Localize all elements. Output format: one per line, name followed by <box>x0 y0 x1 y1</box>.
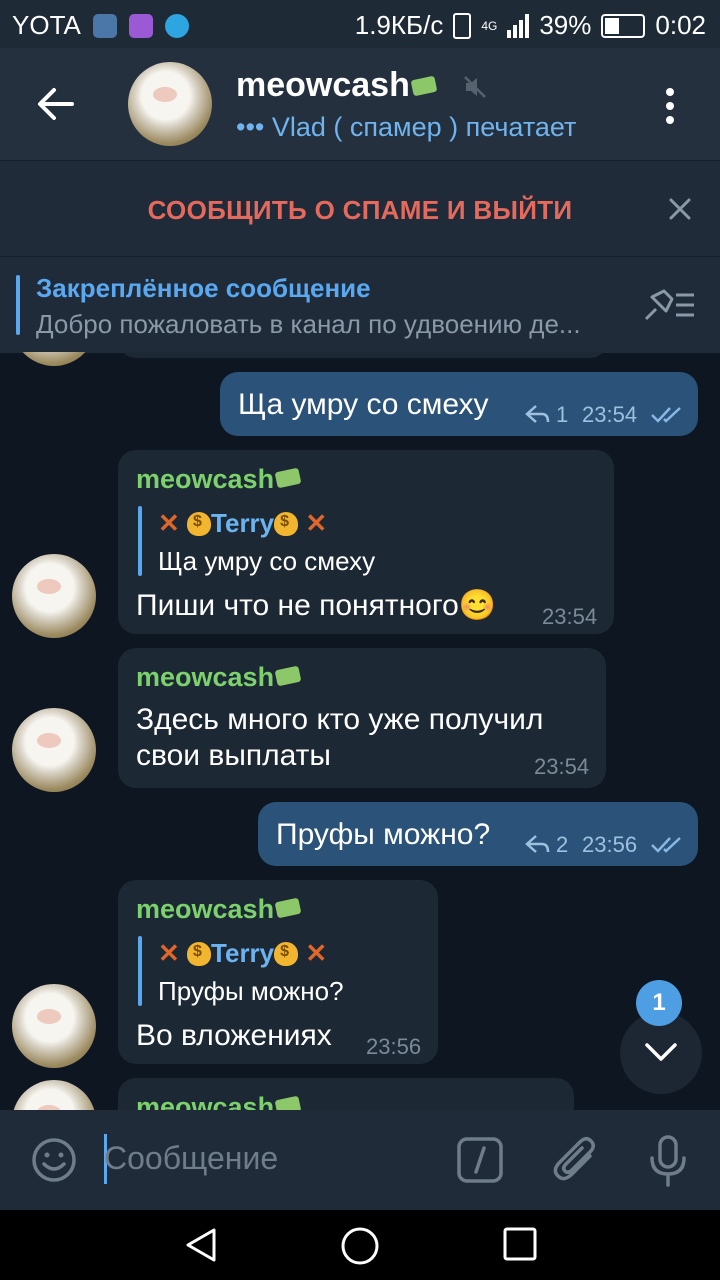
gallery-icon <box>128 13 153 38</box>
typing-status: ••• Vlad ( спамер ) печатает <box>236 112 577 142</box>
bot-commands-icon[interactable] <box>456 1136 504 1184</box>
message-time: 23:54 <box>542 604 598 629</box>
close-icon[interactable] <box>668 197 692 221</box>
cross-emoji: ✕ <box>158 508 180 538</box>
message-text: Во вложениях <box>136 1019 332 1052</box>
money-wings-emoji <box>410 75 438 97</box>
sender-avatar[interactable] <box>12 984 96 1068</box>
cross-emoji: ✕ <box>158 938 180 968</box>
message-text: Пруфы можно? <box>276 818 491 851</box>
network-speed: 1.9КБ/с <box>354 10 444 40</box>
message-input[interactable]: Сообщение <box>104 1140 278 1177</box>
pinned-title: Закреплённое сообщение <box>36 273 371 303</box>
quote-bar <box>138 506 142 576</box>
nav-home-icon[interactable] <box>340 1226 380 1266</box>
chat-avatar[interactable] <box>128 62 212 146</box>
moneybag-emoji <box>187 942 212 966</box>
moneybag-emoji <box>187 512 212 536</box>
clock: 0:02 <box>655 10 706 40</box>
nav-back-icon[interactable] <box>182 1226 220 1264</box>
message-time: 23:54 <box>534 754 590 779</box>
back-arrow-icon[interactable] <box>36 84 76 124</box>
outgoing-message[interactable]: Пруфы можно? 2 23:56 <box>258 802 698 866</box>
sender-avatar[interactable] <box>12 1080 96 1110</box>
reply-arrow-icon <box>525 835 550 853</box>
message-text-line: свои выплаты <box>136 739 331 772</box>
money-wings-emoji <box>274 467 302 489</box>
sender-avatar[interactable] <box>12 554 96 638</box>
pinned-list-icon[interactable] <box>642 287 698 323</box>
status-bar: YOTA 1.9КБ/с 4G 39% 0:02 <box>0 0 720 48</box>
message-time: 23:54 <box>582 402 638 427</box>
message-text: Ща умру со смеху <box>238 388 489 421</box>
battery-percent: 39% <box>539 10 592 40</box>
reply-count: 1 <box>556 402 569 427</box>
incoming-message[interactable]: meowcash <box>118 1078 574 1110</box>
sender-avatar[interactable] <box>12 708 96 792</box>
vibrate-icon <box>453 12 472 39</box>
double-check-icon <box>651 407 681 423</box>
quote-author[interactable]: ✕ Terry ✕ <box>158 508 327 539</box>
telegram-icon <box>164 13 189 38</box>
chevron-down-icon <box>645 1043 677 1061</box>
pinned-text: Добро пожаловать в канал по удвоению де.… <box>36 309 581 339</box>
network-type: 4G <box>481 18 498 33</box>
message-text-line: Здесь много кто уже получил <box>136 703 544 736</box>
message-bubble <box>118 352 608 358</box>
system-nav-bar <box>0 1210 720 1280</box>
muted-icon <box>464 76 486 98</box>
message-time: 23:56 <box>582 832 638 857</box>
double-check-icon <box>651 837 681 853</box>
incoming-message[interactable]: meowcash ✕ Terry ✕ Ща умру со смеху Пиши… <box>118 450 614 634</box>
sender-name[interactable]: meowcash <box>136 464 302 495</box>
incoming-message[interactable]: meowcash ✕ Terry ✕ Пруфы можно? Во вложе… <box>118 880 438 1064</box>
emoji-icon[interactable] <box>30 1136 78 1184</box>
quote-text: Пруфы можно? <box>158 976 344 1006</box>
money-wings-emoji <box>274 665 302 687</box>
messages-area[interactable]: Ща умру со смеху 1 23:54 meowcash ✕ Terr… <box>0 352 720 1110</box>
microphone-icon[interactable] <box>648 1134 688 1188</box>
quote-text: Ща умру со смеху <box>158 546 376 576</box>
nav-recents-icon[interactable] <box>502 1226 538 1262</box>
chat-header: meowcash ••• Vlad ( спамер ) печатает <box>0 48 720 160</box>
money-wings-emoji <box>274 897 302 919</box>
attach-icon[interactable] <box>552 1134 600 1186</box>
sender-name[interactable]: meowcash <box>136 894 302 925</box>
sender-name[interactable]: meowcash <box>136 662 302 693</box>
quote-bar <box>138 936 142 1006</box>
cross-emoji: ✕ <box>305 938 328 968</box>
outgoing-message[interactable]: Ща умру со смеху 1 23:54 <box>220 372 698 436</box>
unread-count-badge: 1 <box>636 980 682 1026</box>
carrier-label: YOTA <box>12 10 81 40</box>
report-spam-button[interactable]: СООБЩИТЬ О СПАМЕ И ВЫЙТИ <box>0 195 720 226</box>
message-text: Пиши что не понятного😊 <box>136 589 497 622</box>
money-wings-emoji <box>274 1095 302 1110</box>
incoming-message[interactable]: meowcash Здесь много кто уже получил сво… <box>118 648 606 788</box>
more-options-icon[interactable] <box>662 86 678 126</box>
vk-icon <box>92 13 117 38</box>
message-time: 23:56 <box>366 1034 422 1059</box>
signal-icon <box>507 13 530 38</box>
sender-avatar[interactable] <box>12 352 96 366</box>
message-input-bar: Сообщение <box>0 1110 720 1210</box>
sender-name[interactable]: meowcash <box>136 1092 302 1110</box>
pinned-accent-bar <box>16 275 20 335</box>
battery-icon <box>601 13 646 38</box>
pinned-message-bar[interactable]: Закреплённое сообщение Добро пожаловать … <box>0 256 720 353</box>
moneybag-emoji <box>274 512 299 536</box>
reply-count: 2 <box>556 832 569 857</box>
reply-arrow-icon <box>525 405 550 423</box>
moneybag-emoji <box>274 942 299 966</box>
report-spam-bar: СООБЩИТЬ О СПАМЕ И ВЫЙТИ <box>0 160 720 257</box>
cross-emoji: ✕ <box>305 508 328 538</box>
chat-title[interactable]: meowcash <box>236 66 438 105</box>
quote-author[interactable]: ✕ Terry ✕ <box>158 938 327 969</box>
